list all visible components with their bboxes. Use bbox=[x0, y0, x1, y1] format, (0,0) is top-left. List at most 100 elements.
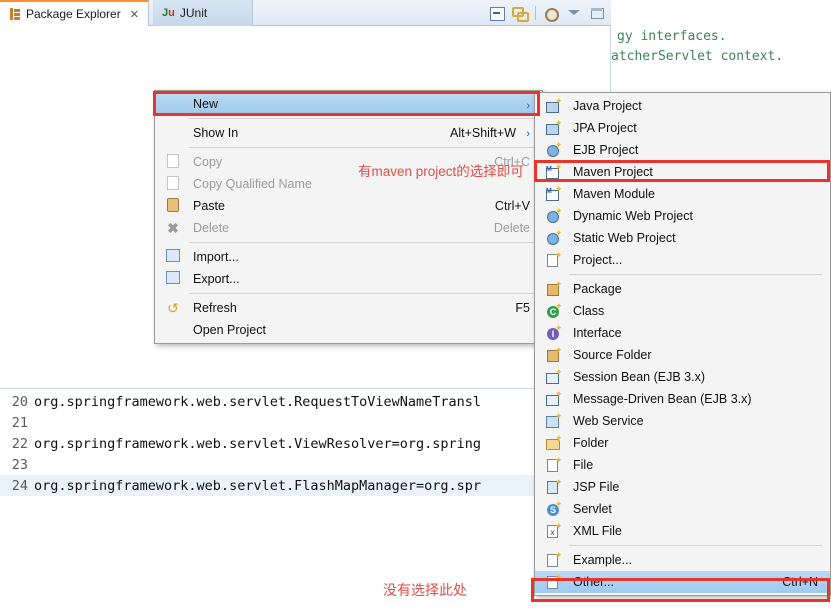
export-icon bbox=[166, 271, 180, 284]
code-line-21[interactable]: 21 bbox=[0, 412, 611, 433]
interface-icon: I ✦ bbox=[545, 324, 563, 341]
menu-item-label: Open Project bbox=[193, 323, 266, 337]
other-icon: ✦ bbox=[545, 573, 563, 590]
submenu-item-label: Example... bbox=[573, 553, 633, 567]
code-line-24[interactable]: 24 org.springframework.web.servlet.Flash… bbox=[0, 475, 611, 496]
submenu-item-label: Static Web Project bbox=[573, 231, 676, 245]
submenu-item-example[interactable]: ✦ Example... bbox=[535, 549, 830, 571]
submenu-item-java-project[interactable]: ✦ Java Project bbox=[535, 95, 830, 117]
tab-junit[interactable]: Ju JUnit bbox=[153, 0, 253, 26]
menu-separator bbox=[189, 293, 534, 294]
submenu-item-package[interactable]: ✦ Package bbox=[535, 278, 830, 300]
menu-item-new[interactable]: New › bbox=[155, 93, 542, 115]
refresh-icon: ↺ bbox=[167, 300, 179, 316]
submenu-item-label: Folder bbox=[573, 436, 609, 450]
line-number: 20 bbox=[11, 393, 28, 410]
servlet-icon: S ✦ bbox=[545, 500, 563, 517]
menu-item-show-in[interactable]: Show In Alt+Shift+W › bbox=[155, 122, 542, 144]
submenu-item-label: JPA Project bbox=[573, 121, 637, 135]
menu-item-open-project[interactable]: Open Project bbox=[155, 319, 542, 341]
submenu-item-project[interactable]: ✦ Project... bbox=[535, 249, 830, 271]
submenu-item-label: Dynamic Web Project bbox=[573, 209, 693, 223]
submenu-item-static-web-project[interactable]: ✦ Static Web Project bbox=[535, 227, 830, 249]
menu-item-label: Paste bbox=[193, 199, 225, 213]
close-icon[interactable]: ✕ bbox=[130, 8, 139, 21]
editor-comment-line-2: atcherServlet context. bbox=[611, 49, 784, 64]
submenu-item-other[interactable]: ✦ Other... Ctrl+N bbox=[535, 571, 830, 593]
submenu-item-maven-module[interactable]: M ✦ Maven Module bbox=[535, 183, 830, 205]
submenu-item-label: EJB Project bbox=[573, 143, 639, 157]
jpa-project-icon: ✦ bbox=[545, 119, 563, 136]
line-value: org.spr bbox=[424, 477, 482, 494]
editor-comment-line-1: gy interfaces. bbox=[617, 29, 727, 44]
submenu-item-label: Other... bbox=[573, 575, 614, 589]
line-number: 22 bbox=[11, 435, 28, 452]
submenu-item-folder[interactable]: ✦ Folder bbox=[535, 432, 830, 454]
submenu-item-servlet[interactable]: S ✦ Servlet bbox=[535, 498, 830, 520]
submenu-item-session-bean[interactable]: ✦ Session Bean (EJB 3.x) bbox=[535, 366, 830, 388]
submenu-item-xml-file[interactable]: x ✦ XML File bbox=[535, 520, 830, 542]
maven-module-icon: M ✦ bbox=[545, 185, 563, 202]
annotation-note-maven: 有maven project的选择即可 bbox=[358, 164, 524, 179]
focus-on-active-task-icon[interactable] bbox=[543, 5, 559, 22]
jsp-file-icon: ✦ bbox=[545, 478, 563, 495]
context-menu[interactable]: New › Show In Alt+Shift+W › Copy Ctrl+C … bbox=[154, 90, 543, 344]
code-line-20[interactable]: 20 org.springframework.web.servlet.Reque… bbox=[0, 391, 611, 412]
minimize-icon[interactable] bbox=[589, 5, 605, 21]
tab-package-explorer[interactable]: Package Explorer ✕ bbox=[0, 0, 149, 26]
submenu-item-label: Java Project bbox=[573, 99, 642, 113]
paste-icon bbox=[167, 198, 179, 212]
menu-item-export[interactable]: Export... bbox=[155, 268, 542, 290]
menu-item-shortcut: Ctrl+V bbox=[494, 199, 530, 213]
submenu-item-class[interactable]: C ✦ Class bbox=[535, 300, 830, 322]
menu-item-label: New bbox=[193, 97, 219, 111]
folder-icon: ✦ bbox=[545, 434, 563, 451]
menu-item-delete[interactable]: ✖ Delete Delete bbox=[155, 217, 542, 239]
submenu-item-jsp-file[interactable]: ✦ JSP File bbox=[535, 476, 830, 498]
submenu-item-source-folder[interactable]: ✦ Source Folder bbox=[535, 344, 830, 366]
code-line-22[interactable]: 22 org.springframework.web.servlet.ViewR… bbox=[0, 433, 611, 454]
class-icon: C ✦ bbox=[545, 302, 563, 319]
menu-item-label: Export... bbox=[193, 272, 240, 286]
submenu-item-shortcut: Ctrl+N bbox=[782, 575, 818, 589]
submenu-item-label: Source Folder bbox=[573, 348, 652, 362]
submenu-item-message-driven-bean[interactable]: ✦ Message-Driven Bean (EJB 3.x) bbox=[535, 388, 830, 410]
line-number: 23 bbox=[11, 456, 28, 473]
import-icon bbox=[166, 249, 180, 262]
submenu-item-web-service[interactable]: ✦ Web Service bbox=[535, 410, 830, 432]
submenu-item-file[interactable]: ✦ File bbox=[535, 454, 830, 476]
submenu-item-ejb-project[interactable]: ✦ EJB Project bbox=[535, 139, 830, 161]
message-driven-bean-icon: ✦ bbox=[545, 390, 563, 407]
view-menu-icon[interactable] bbox=[566, 5, 582, 21]
menu-item-label: Refresh bbox=[193, 301, 237, 315]
dynamic-web-project-icon: ✦ bbox=[545, 207, 563, 224]
menu-item-paste[interactable]: Paste Ctrl+V bbox=[155, 195, 542, 217]
submenu-item-label: XML File bbox=[573, 524, 622, 538]
menu-item-import[interactable]: Import... bbox=[155, 246, 542, 268]
editor-bottom-region: 20 org.springframework.web.servlet.Reque… bbox=[0, 388, 611, 609]
copy-qualified-name-icon bbox=[167, 176, 179, 190]
submenu-item-jpa-project[interactable]: ✦ JPA Project bbox=[535, 117, 830, 139]
chevron-right-icon: › bbox=[526, 100, 530, 112]
new-submenu[interactable]: ✦ Java Project ✦ JPA Project ✦ EJB Proje… bbox=[534, 92, 831, 596]
link-with-editor-icon[interactable] bbox=[512, 5, 529, 22]
junit-icon: Ju bbox=[162, 7, 175, 19]
line-text: org.springframework.web.servlet.ViewReso… bbox=[34, 435, 400, 452]
submenu-item-label: Project... bbox=[573, 253, 623, 267]
collapse-all-icon[interactable] bbox=[489, 5, 505, 21]
line-number: 21 bbox=[11, 414, 28, 431]
submenu-item-dynamic-web-project[interactable]: ✦ Dynamic Web Project bbox=[535, 205, 830, 227]
menu-separator bbox=[189, 118, 534, 119]
maven-project-icon: M ✦ bbox=[545, 163, 563, 180]
menu-item-shortcut: Delete bbox=[493, 221, 530, 235]
view-tab-bar: Package Explorer ✕ Ju JUnit bbox=[0, 0, 611, 26]
menu-item-refresh[interactable]: ↺ Refresh F5 bbox=[155, 297, 542, 319]
menu-item-label: Import... bbox=[193, 250, 239, 264]
java-project-icon: ✦ bbox=[545, 97, 563, 114]
submenu-item-maven-project[interactable]: M ✦ Maven Project bbox=[535, 161, 830, 183]
code-line-23[interactable]: 23 bbox=[0, 454, 611, 475]
line-value: org.spring bbox=[399, 435, 482, 452]
submenu-item-interface[interactable]: I ✦ Interface bbox=[535, 322, 830, 344]
submenu-item-label: Maven Project bbox=[573, 165, 653, 179]
submenu-item-label: Interface bbox=[573, 326, 622, 340]
